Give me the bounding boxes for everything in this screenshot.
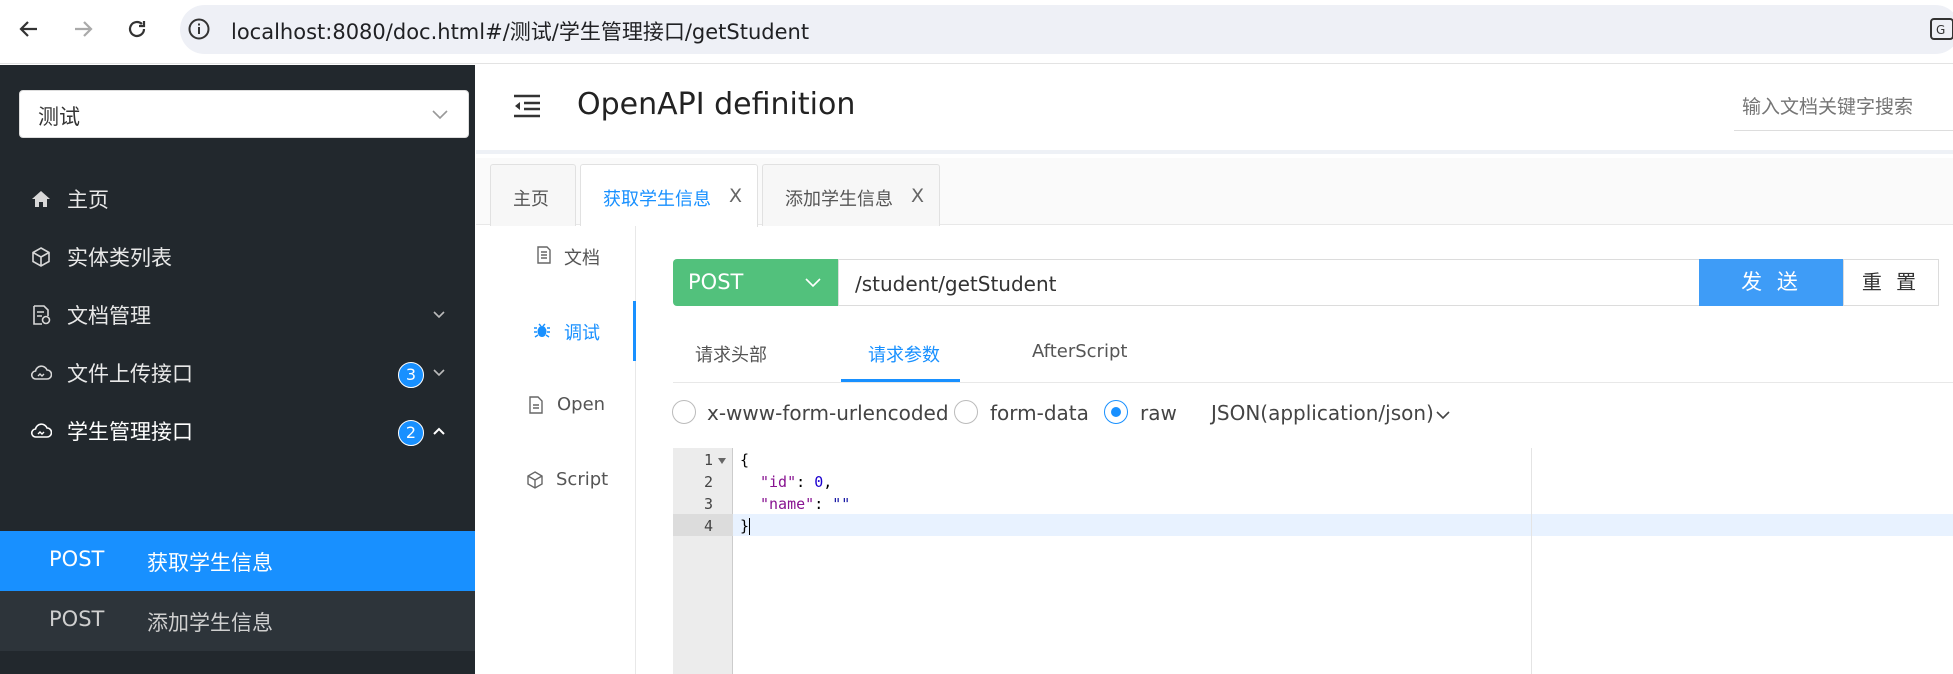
tab-request-headers[interactable]: 请求头部 [695, 341, 767, 367]
radio-label[interactable]: form-data [990, 401, 1089, 425]
tab-label: 添加学生信息 [785, 189, 893, 210]
method-label: POST [49, 547, 105, 571]
print-margin [1531, 448, 1532, 674]
chevron-down-icon [433, 369, 445, 377]
count-badge: 3 [398, 362, 424, 388]
sidebar-item-label: 主页 [67, 188, 109, 212]
browser-toolbar: localhost:8080/doc.html#/测试/学生管理接口/getSt… [0, 0, 1953, 64]
method-select[interactable]: POST [673, 259, 839, 306]
fold-arrow-icon[interactable] [717, 457, 727, 465]
subnav-script[interactable]: Script [476, 451, 636, 511]
translate-icon[interactable]: G [1930, 18, 1953, 42]
request-url-input[interactable]: /student/getStudent [838, 259, 1700, 306]
tab-label: 获取学生信息 [603, 189, 711, 210]
line-number: 2 [703, 473, 713, 491]
tab-get-student[interactable]: 获取学生信息 X [580, 164, 758, 227]
tab-home[interactable]: 主页 [490, 164, 576, 226]
sidebar: 测试 主页 实体类列表 文档管理 文件上传接口 3 学生管理接口 2 POST … [0, 65, 475, 674]
content-type-select[interactable]: JSON(application/json) [1211, 401, 1450, 425]
chevron-down-icon [432, 110, 448, 120]
subnav-label: Open [557, 394, 606, 415]
tab-label: 主页 [513, 189, 549, 210]
cloud-icon [30, 365, 52, 380]
close-icon[interactable]: X [911, 185, 924, 207]
subnav-label: 文档 [564, 248, 600, 269]
tab-after-script[interactable]: AfterScript [1032, 341, 1127, 362]
radio-label[interactable]: raw [1140, 401, 1177, 425]
close-icon[interactable]: X [729, 185, 742, 207]
api-label: 获取学生信息 [147, 551, 273, 575]
subnav-doc[interactable]: 文档 [476, 226, 636, 286]
cloud-icon [30, 423, 52, 438]
chevron-down-icon [433, 311, 445, 319]
json-editor[interactable]: 1 2 3 4 { "id": 0, "name": "" } [673, 448, 1953, 674]
cube-icon [32, 247, 50, 267]
sidebar-item-label: 实体类列表 [67, 246, 172, 270]
radio-x-www-form-urlencoded[interactable] [672, 400, 696, 424]
tab-request-params[interactable]: 请求参数 [868, 341, 940, 367]
subnav-debug[interactable]: 调试 [476, 301, 636, 361]
document-settings-icon [33, 305, 51, 325]
reload-button[interactable] [122, 14, 152, 44]
tab-add-student[interactable]: 添加学生信息 X [762, 164, 940, 226]
page-title: OpenAPI definition [577, 87, 856, 122]
subnav-label: 调试 [564, 323, 600, 344]
sidebar-subitem-get-student[interactable]: POST 获取学生信息 [0, 531, 475, 591]
radio-raw[interactable] [1104, 400, 1128, 424]
code-sandbox-icon [527, 471, 543, 489]
arrow-left-icon [19, 21, 37, 37]
sidebar-item-label: 学生管理接口 [67, 420, 193, 444]
file-icon [529, 396, 543, 414]
app-header: OpenAPI definition [476, 65, 1953, 154]
code-line: } [740, 517, 751, 535]
forward-button[interactable] [68, 14, 98, 44]
chevron-down-icon [1436, 411, 1450, 420]
document-icon [537, 246, 551, 264]
count-badge: 2 [398, 420, 424, 446]
home-icon [32, 191, 50, 207]
request-url-value: /student/getStudent [855, 272, 1057, 296]
line-number: 3 [703, 495, 713, 513]
active-line-highlight [673, 514, 1953, 536]
sidebar-subitem-add-student[interactable]: POST 添加学生信息 [0, 591, 475, 651]
code-line: "id": 0, [760, 473, 833, 491]
sidebar-item-label: 文档管理 [67, 304, 151, 328]
search-input[interactable] [1734, 85, 1953, 131]
request-tabs: 请求头部 请求参数 AfterScript [673, 325, 1953, 383]
reset-button[interactable]: 重 置 [1843, 259, 1939, 306]
method-label: POST [49, 607, 105, 631]
chevron-up-icon [433, 427, 445, 435]
subnav-label: Script [556, 469, 609, 490]
text-cursor [749, 518, 751, 535]
menu-fold-icon[interactable] [512, 93, 542, 119]
method-value: POST [688, 270, 744, 294]
line-number: 4 [703, 517, 713, 535]
radio-label[interactable]: x-www-form-urlencoded [707, 401, 949, 425]
site-info-icon[interactable] [187, 17, 211, 45]
url-text[interactable]: localhost:8080/doc.html#/测试/学生管理接口/getSt… [231, 16, 809, 46]
api-subnav: 文档 调试 Open Script [476, 226, 636, 674]
project-select[interactable]: 测试 [19, 90, 469, 138]
send-button[interactable]: 发 送 [1699, 259, 1844, 306]
active-tab-indicator [841, 379, 960, 382]
line-number: 1 [703, 451, 713, 469]
sidebar-item-label: 文件上传接口 [67, 362, 193, 386]
sidebar-item-student-management[interactable]: 学生管理接口 2 [0, 396, 475, 468]
svg-text:G: G [1936, 23, 1945, 37]
reload-icon [128, 20, 146, 38]
subnav-open[interactable]: Open [476, 376, 636, 436]
arrow-right-icon [75, 21, 93, 37]
chevron-down-icon [805, 278, 821, 288]
tab-bar: 主页 获取学生信息 X 添加学生信息 X [476, 158, 1953, 227]
radio-form-data[interactable] [954, 400, 978, 424]
content-type-value: JSON(application/json) [1211, 401, 1434, 425]
project-select-value: 测试 [38, 105, 80, 129]
code-line: "name": "" [760, 495, 851, 513]
code-line: { [740, 451, 750, 469]
back-button[interactable] [14, 14, 44, 44]
api-label: 添加学生信息 [147, 611, 273, 635]
bug-icon [534, 323, 550, 338]
